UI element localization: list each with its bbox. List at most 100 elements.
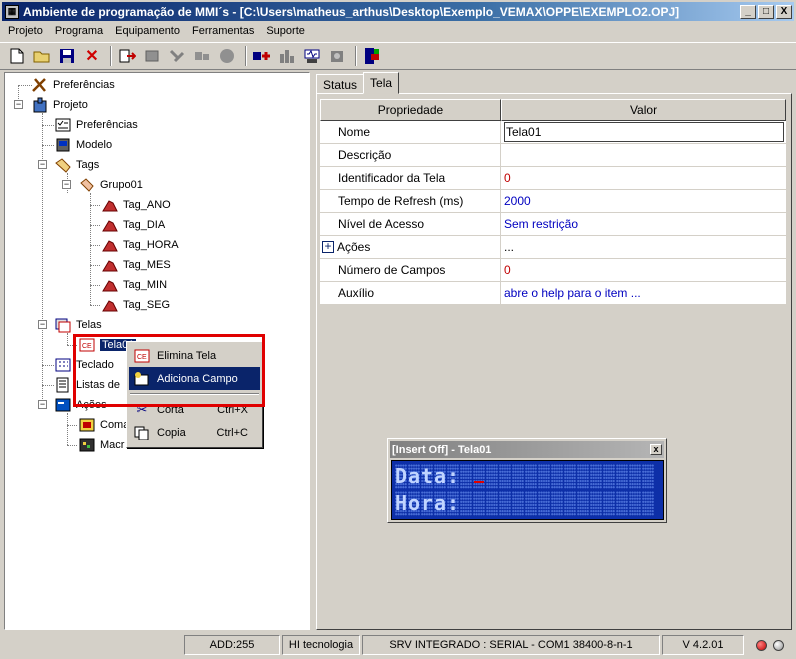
tree-item-preferencias[interactable]: Preferências	[54, 116, 138, 134]
shortcut-label: Ctrl+X	[217, 403, 248, 416]
column-header-property[interactable]: Propriedade	[320, 99, 501, 121]
lcd-char-cell	[642, 491, 654, 516]
tree-item-modelo[interactable]: Modelo	[54, 136, 112, 154]
tree-item-grupo01[interactable]: Grupo01	[78, 176, 143, 194]
tree-item-telas[interactable]: Telas	[54, 316, 102, 334]
column-header-value[interactable]: Valor	[501, 99, 786, 121]
tree-item-macros[interactable]: Macr	[78, 436, 124, 454]
maximize-button[interactable]: □	[758, 4, 774, 19]
lcd-char-cell: D	[395, 464, 408, 489]
main-window: ▦ Ambiente de programação de MMI´s - [C:…	[0, 0, 796, 659]
menu-separator	[130, 393, 259, 395]
new-file-icon[interactable]	[6, 45, 28, 67]
property-row[interactable]: Nível de Acesso Sem restrição	[320, 213, 786, 236]
tree-item-teclado[interactable]: Teclado	[54, 356, 114, 374]
lcd-char-cell	[499, 491, 511, 516]
led-red-icon	[756, 639, 767, 651]
menu-item-corta[interactable]: ✂ Corta Ctrl+X	[129, 398, 260, 421]
checklist-icon	[54, 117, 72, 133]
tree-item-tag[interactable]: Tag_ANO	[101, 196, 171, 214]
delete-icon[interactable]: ✕	[81, 45, 103, 67]
status-version: V 4.2.01	[662, 635, 744, 655]
menu-item-elimina-tela[interactable]: CE Elimina Tela	[129, 344, 260, 367]
tree-item-projeto[interactable]: Projeto	[31, 96, 88, 114]
add-icon[interactable]	[251, 45, 273, 67]
expand-plus-icon[interactable]: +	[322, 240, 334, 253]
menu-suporte[interactable]: Suporte	[260, 25, 311, 37]
expander-telas[interactable]: −	[38, 320, 47, 329]
lcd-preview-window[interactable]: [Insert Off] - Tela01 x Data: Hora:	[387, 438, 667, 523]
menu-ferramentas[interactable]: Ferramentas	[186, 25, 260, 37]
tree-label: Tag_SEG	[123, 299, 171, 311]
expander-tags[interactable]: −	[38, 160, 47, 169]
property-value[interactable]: ...	[501, 236, 786, 258]
expander-projeto[interactable]: −	[14, 100, 23, 109]
property-row[interactable]: Descrição	[320, 144, 786, 167]
close-button[interactable]: X	[776, 4, 792, 19]
plant-icon[interactable]	[276, 45, 298, 67]
transfer-icon[interactable]	[116, 45, 138, 67]
property-row[interactable]: Tempo de Refresh (ms) 2000	[320, 190, 786, 213]
tree-item-acoes[interactable]: Ações	[54, 396, 107, 414]
property-value[interactable]: 2000	[501, 190, 786, 212]
lcd-title-bar[interactable]: [Insert Off] - Tela01 x	[390, 441, 664, 458]
tree-label: Projeto	[53, 99, 88, 111]
expander-grupo[interactable]: −	[62, 180, 71, 189]
lcd-char-cell	[551, 464, 563, 489]
minimize-button[interactable]: _	[740, 4, 756, 19]
tree-line	[42, 125, 54, 126]
name-input[interactable]: Tela01	[504, 122, 784, 142]
tree-line	[42, 385, 54, 386]
menu-projeto[interactable]: Projeto	[2, 25, 49, 37]
tree-item-tag[interactable]: Tag_MIN	[101, 276, 167, 294]
title-bar[interactable]: ▦ Ambiente de programação de MMI´s - [C:…	[2, 2, 794, 21]
tree-line	[90, 265, 100, 266]
send-icon[interactable]	[141, 45, 163, 67]
property-value[interactable]	[501, 144, 786, 166]
property-value[interactable]: 0	[501, 167, 786, 189]
open-folder-icon[interactable]	[31, 45, 53, 67]
property-value[interactable]: 0	[501, 259, 786, 281]
tree-item-tag[interactable]: Tag_MES	[101, 256, 171, 274]
tree-item-tag[interactable]: Tag_HORA	[101, 236, 179, 254]
network-icon[interactable]	[301, 45, 323, 67]
tag-icon	[101, 277, 119, 293]
property-row[interactable]: + Ações ...	[320, 236, 786, 259]
menu-item-adiciona-campo[interactable]: Adiciona Campo	[129, 367, 260, 390]
lcd-char-cell	[590, 491, 602, 516]
exit-icon[interactable]	[361, 45, 383, 67]
tab-bar: Status Tela	[316, 72, 400, 94]
tab-tela[interactable]: Tela	[363, 72, 400, 94]
lcd-close-button[interactable]: x	[650, 444, 662, 455]
property-row[interactable]: Nome Tela01	[320, 121, 786, 144]
tree-label: Tag_MES	[123, 259, 171, 271]
tree-line	[18, 85, 32, 86]
lcd-screen[interactable]: Data: Hora:	[391, 460, 664, 520]
property-value[interactable]: abre o help para o item ...	[501, 282, 786, 304]
tree-item-listas[interactable]: Listas de	[54, 376, 120, 394]
lcd-char-cell	[577, 464, 589, 489]
property-value[interactable]: Sem restrição	[501, 213, 786, 235]
property-row[interactable]: Número de Campos 0	[320, 259, 786, 282]
connect-icon[interactable]	[166, 45, 188, 67]
tree-line	[67, 445, 77, 446]
device-icon[interactable]	[326, 45, 348, 67]
status-connection: SRV INTEGRADO : SERIAL - COM1 38400-8-n-…	[362, 635, 660, 655]
menu-item-copia[interactable]: Copia Ctrl+C	[129, 421, 260, 444]
disconnect-icon[interactable]	[191, 45, 213, 67]
tab-status[interactable]: Status	[316, 74, 365, 94]
property-row[interactable]: Identificador da Tela 0	[320, 167, 786, 190]
lcd-char-cell	[564, 464, 576, 489]
property-name: Tempo de Refresh (ms)	[320, 190, 501, 212]
menu-equipamento[interactable]: Equipamento	[109, 25, 186, 37]
expander-acoes[interactable]: −	[38, 400, 47, 409]
stop-icon[interactable]	[216, 45, 238, 67]
tree-item-preferencias-root[interactable]: Preferências	[31, 76, 115, 94]
tree-item-tags[interactable]: Tags	[54, 156, 99, 174]
tree-item-comandos[interactable]: Coma	[78, 416, 129, 434]
tree-item-tag[interactable]: Tag_DIA	[101, 216, 165, 234]
property-row[interactable]: Auxílio abre o help para o item ...	[320, 282, 786, 305]
menu-programa[interactable]: Programa	[49, 25, 109, 37]
save-icon[interactable]	[56, 45, 78, 67]
tree-item-tag[interactable]: Tag_SEG	[101, 296, 170, 314]
